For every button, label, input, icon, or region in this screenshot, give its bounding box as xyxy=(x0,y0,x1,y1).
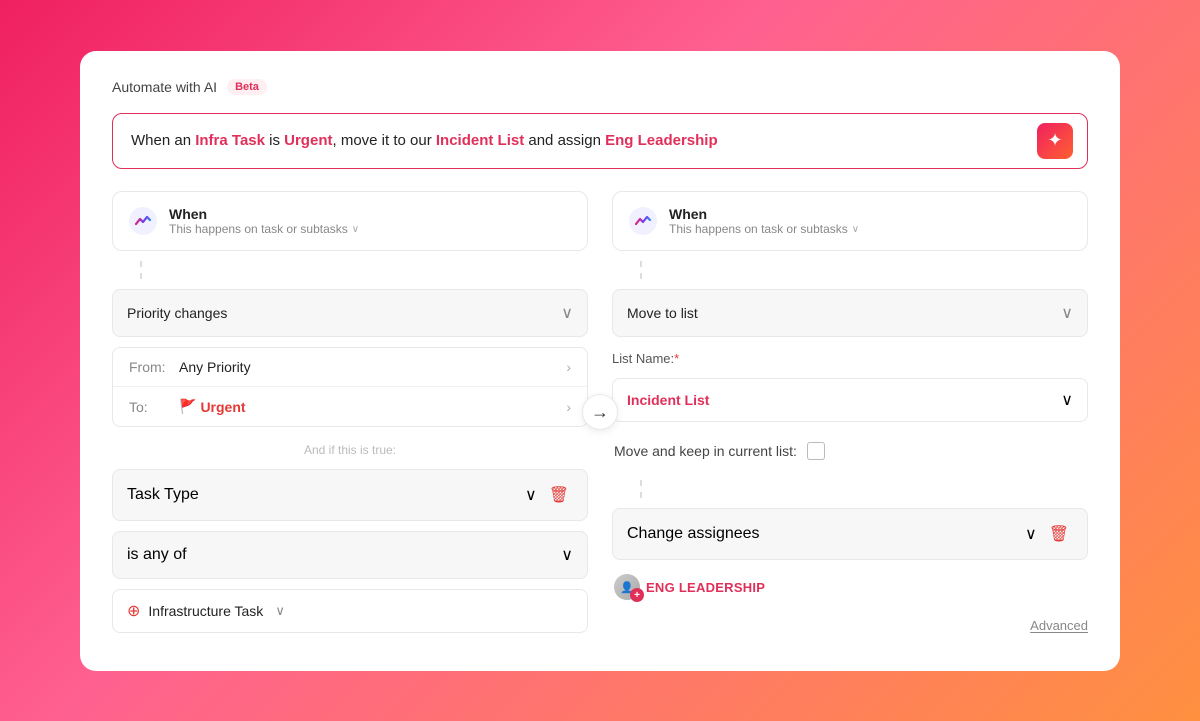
prompt-static-1: When an xyxy=(131,132,195,149)
task-type-delete-button[interactable]: 🗑 xyxy=(545,483,573,507)
move-to-list-dropdown[interactable]: Move to list ∨ xyxy=(612,289,1088,337)
right-column: When This happens on task or subtasks ∨ … xyxy=(612,191,1088,633)
incident-list-chevron: ∨ xyxy=(1061,390,1073,410)
from-key: From: xyxy=(129,359,179,375)
task-type-label: Task Type xyxy=(127,486,199,504)
dashed-connector-1 xyxy=(140,261,588,279)
list-name-req: * xyxy=(674,351,679,366)
globe-icon: ⊕ xyxy=(127,601,140,621)
priority-changes-dropdown[interactable]: Priority changes ∨ xyxy=(112,289,588,337)
prompt-infra-task: Infra Task xyxy=(195,132,265,149)
arrow-connector: → xyxy=(582,394,618,430)
when-sub-chevron-left: ∨ xyxy=(352,224,359,235)
when-label-right: When xyxy=(669,206,859,222)
change-assignees-chevron: ∨ xyxy=(1025,524,1037,544)
infra-task-row[interactable]: ⊕ Infrastructure Task ∨ xyxy=(112,589,588,633)
when-block-left: When This happens on task or subtasks ∨ xyxy=(112,191,588,251)
priority-changes-label: Priority changes xyxy=(127,305,227,321)
incident-list-dropdown[interactable]: Incident List ∨ xyxy=(612,378,1088,422)
keep-list-checkbox[interactable] xyxy=(807,442,825,460)
move-to-list-chevron: ∨ xyxy=(1061,303,1073,323)
prompt-static-2: is xyxy=(265,132,284,149)
task-type-chevron: ∨ xyxy=(525,485,537,505)
change-assignees-delete-button[interactable]: 🗑 xyxy=(1045,522,1073,546)
clickup-icon-right xyxy=(629,207,657,235)
incident-list-value: Incident List xyxy=(627,392,709,408)
is-any-of-label: is any of xyxy=(127,546,187,564)
to-value: Urgent xyxy=(200,399,566,415)
prompt-static-3: , move it to our xyxy=(332,132,435,149)
urgent-flag: 🚩 xyxy=(179,398,196,415)
prompt-urgent: Urgent xyxy=(284,132,332,149)
clickup-icon-left xyxy=(129,207,157,235)
when-sub-chevron-right: ∨ xyxy=(852,224,859,235)
dashed-connector-2 xyxy=(640,261,1088,279)
prompt-static-4: and assign xyxy=(524,132,605,149)
when-text-right: When This happens on task or subtasks ∨ xyxy=(669,206,859,236)
change-assignees-inner: Change assignees xyxy=(627,525,1025,543)
when-sub-right[interactable]: This happens on task or subtasks ∨ xyxy=(669,222,859,236)
eng-avatar: 👤 + xyxy=(614,574,640,600)
to-key: To: xyxy=(129,399,179,415)
when-block-right: When This happens on task or subtasks ∨ xyxy=(612,191,1088,251)
keep-list-label: Move and keep in current list: xyxy=(614,443,797,459)
from-row[interactable]: From: Any Priority › xyxy=(113,348,587,387)
spark-button[interactable]: ✦ xyxy=(1037,123,1073,159)
eng-plus-badge: + xyxy=(630,588,644,602)
change-assignees-row: Change assignees ∨ 🗑 xyxy=(612,508,1088,560)
change-assignees-label: Change assignees xyxy=(627,525,760,543)
move-to-list-label: Move to list xyxy=(627,305,698,321)
ai-prompt-box: When an Infra Task is Urgent, move it to… xyxy=(112,113,1088,170)
is-any-of-dropdown[interactable]: is any of ∨ xyxy=(112,531,588,579)
prompt-incident-list: Incident List xyxy=(436,132,524,149)
priority-changes-chevron: ∨ xyxy=(561,303,573,323)
when-label-left: When xyxy=(169,206,359,222)
eng-leadership-tag: 👤 + ENG LEADERSHIP xyxy=(612,570,1088,604)
list-name-label: List Name:* xyxy=(612,347,1088,368)
task-type-row: Task Type ∨ 🗑 xyxy=(112,469,588,521)
eng-leadership-label: ENG LEADERSHIP xyxy=(646,580,765,595)
infra-task-label: Infrastructure Task xyxy=(148,603,263,619)
advanced-button[interactable]: Advanced xyxy=(1030,618,1088,633)
to-row[interactable]: To: 🚩 Urgent › xyxy=(113,387,587,426)
beta-badge: Beta xyxy=(227,79,267,95)
automate-label: Automate with AI xyxy=(112,79,217,95)
task-type-inner: Task Type xyxy=(127,486,525,504)
keep-list-row: Move and keep in current list: xyxy=(612,432,1088,470)
when-text-left: When This happens on task or subtasks ∨ xyxy=(169,206,359,236)
left-column: When This happens on task or subtasks ∨ … xyxy=(112,191,588,633)
dashed-connector-3 xyxy=(640,480,1088,498)
prompt-eng-leadership: Eng Leadership xyxy=(605,132,718,149)
from-value: Any Priority xyxy=(179,359,566,375)
from-arrow: › xyxy=(566,359,571,375)
to-arrow: › xyxy=(566,399,571,415)
is-any-of-chevron: ∨ xyxy=(561,545,573,565)
from-to-block: From: Any Priority › To: 🚩 Urgent › xyxy=(112,347,588,427)
when-sub-left[interactable]: This happens on task or subtasks ∨ xyxy=(169,222,359,236)
infra-task-chevron: ∨ xyxy=(275,603,285,619)
and-if-label: And if this is true: xyxy=(112,437,588,459)
